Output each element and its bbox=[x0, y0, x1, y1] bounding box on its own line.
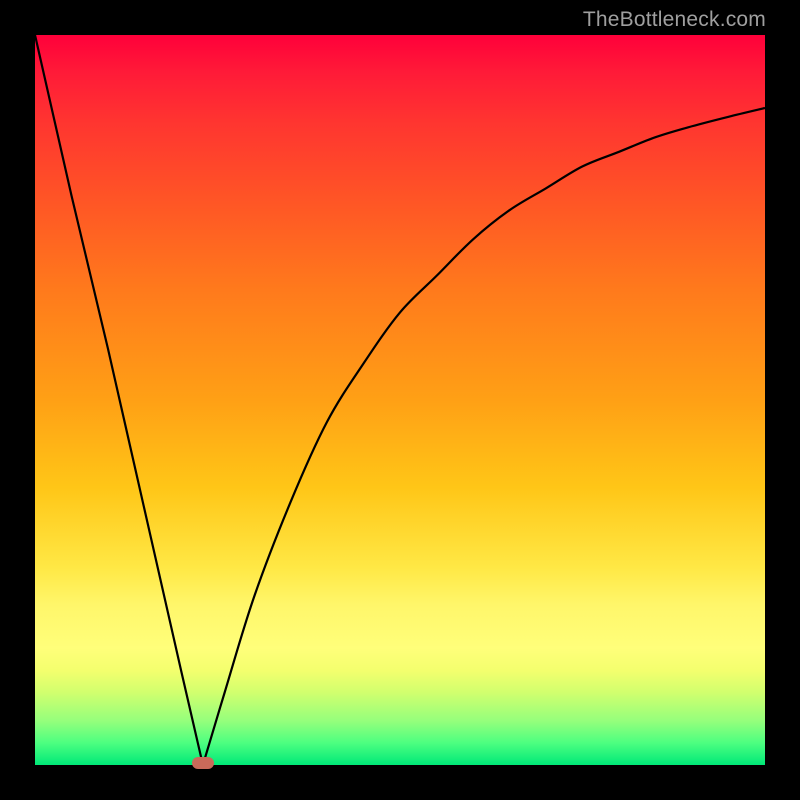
optimum-marker bbox=[192, 757, 214, 769]
curve-left-branch bbox=[35, 35, 203, 765]
bottleneck-chart: TheBottleneck.com bbox=[0, 0, 800, 800]
curve-right-branch bbox=[203, 108, 765, 765]
credit-label: TheBottleneck.com bbox=[583, 8, 766, 32]
bottleneck-curve bbox=[35, 35, 765, 765]
